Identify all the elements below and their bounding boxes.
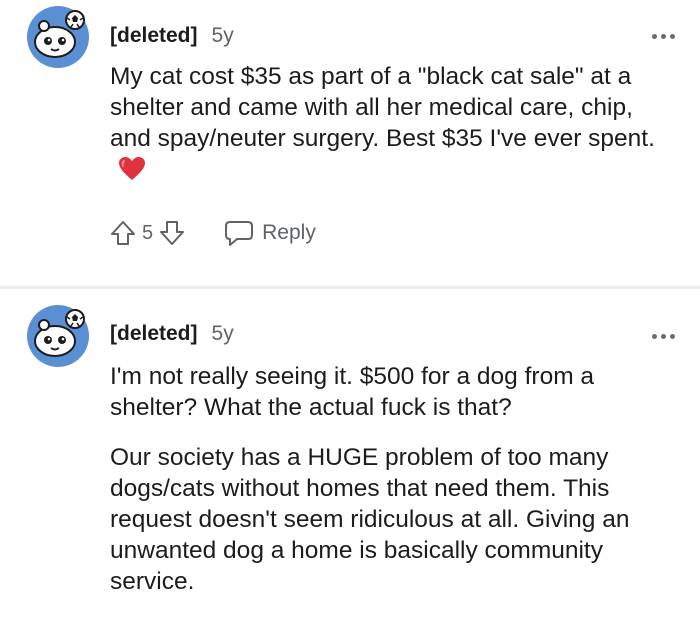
avatar[interactable] [27, 305, 89, 367]
comment-age: 5y [211, 322, 234, 345]
dot [652, 334, 657, 339]
comment: [deleted] 5y I'm not really seeing it. $… [0, 0, 700, 626]
more-options-icon[interactable] [652, 334, 675, 339]
comment-body: I'm not really seeing it. $500 for a dog… [110, 361, 680, 597]
dot [670, 334, 675, 339]
comment-meta: [deleted] 5y [110, 322, 234, 346]
username[interactable]: [deleted] [110, 322, 198, 346]
dot [661, 334, 666, 339]
comment-paragraph: Our society has a HUGE problem of too ma… [110, 444, 630, 595]
comment-paragraph: I'm not really seeing it. $500 for a dog… [110, 363, 595, 421]
